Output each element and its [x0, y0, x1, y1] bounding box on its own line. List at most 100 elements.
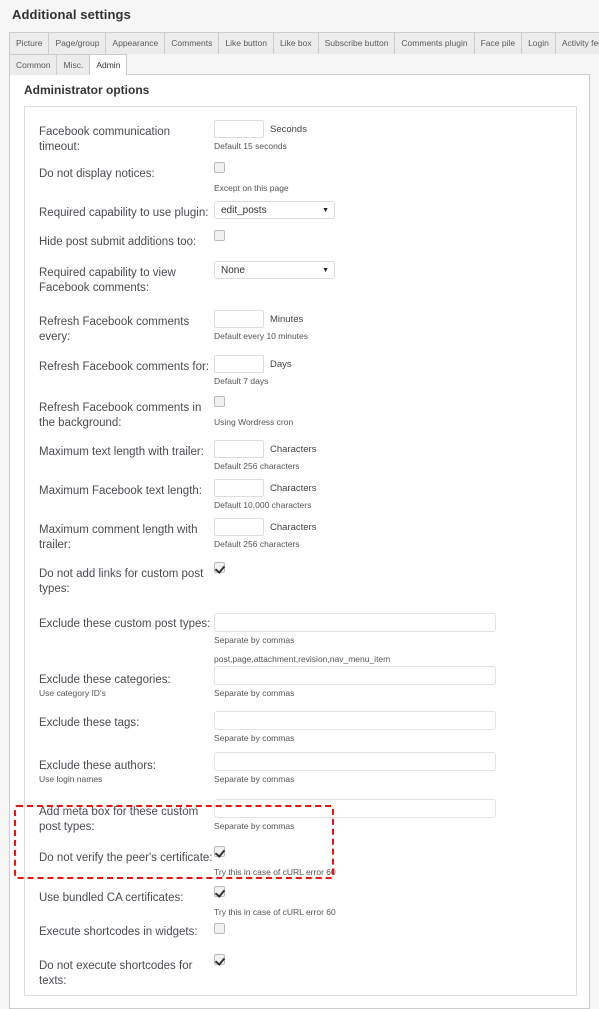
- label-exclude-categories-main: Exclude these categories:: [39, 674, 171, 686]
- row-hide-post-submit: Hide post submit additions too:: [25, 229, 576, 250]
- tab-page-group[interactable]: Page/group: [48, 32, 107, 54]
- chevron-down-icon: ▼: [322, 206, 329, 214]
- chevron-down-icon: ▼: [322, 266, 329, 274]
- row-do-not-display-notices: Do not display notices: Except on this p…: [25, 161, 576, 194]
- label-exclude-authors: Exclude these authors: Use login names: [39, 750, 214, 785]
- exclude-authors-input[interactable]: [214, 752, 496, 771]
- tab-like-button[interactable]: Like button: [218, 32, 274, 54]
- row-no-execute-shortcodes-texts: Do not execute shortcodes for texts:: [25, 953, 576, 989]
- exclude-categories-input[interactable]: [214, 666, 496, 685]
- admin-options-form: Facebook communication timeout: Seconds …: [24, 106, 577, 996]
- row-max-fb-text: Maximum Facebook text length: Characters…: [25, 478, 576, 511]
- tab-common[interactable]: Common: [9, 54, 58, 75]
- row-meta-box-custom-post-types: Add meta box for these custom post types…: [25, 797, 576, 835]
- tab-face-pile[interactable]: Face pile: [473, 32, 523, 54]
- execute-shortcodes-widgets-checkbox[interactable]: [214, 923, 225, 934]
- label-max-fb-text: Maximum Facebook text length:: [39, 485, 202, 497]
- hint-exclude-authors: Separate by commas: [214, 774, 295, 784]
- tab-appearance[interactable]: Appearance: [105, 32, 166, 54]
- capability-view-comments-select[interactable]: None ▼: [214, 261, 335, 279]
- max-text-trailer-input[interactable]: [214, 440, 264, 458]
- hint-exclude-tags: Separate by commas: [214, 733, 295, 743]
- refresh-background-checkbox[interactable]: [214, 396, 225, 407]
- hint-refresh-for: Default 7 days: [214, 376, 269, 386]
- label-do-not-display-notices: Do not display notices:: [39, 168, 155, 180]
- label-no-verify-peer-certificate: Do not verify the peer's certificate:: [39, 852, 213, 864]
- label-no-execute-shortcodes-texts: Do not execute shortcodes for texts:: [39, 960, 193, 987]
- unit-seconds: Seconds: [270, 123, 307, 135]
- no-links-custom-post-types-checkbox[interactable]: [214, 562, 225, 573]
- hint-communication-timeout: Default 15 seconds: [214, 141, 287, 151]
- tab-subscribe-button[interactable]: Subscribe button: [317, 32, 396, 54]
- tab-activity-feed[interactable]: Activity feed: [554, 32, 599, 54]
- hide-post-submit-checkbox[interactable]: [214, 230, 225, 241]
- unit-characters: Characters: [270, 521, 317, 533]
- sub-label-exclude-authors: Use login names: [39, 774, 103, 784]
- do-not-display-notices-checkbox[interactable]: [214, 162, 225, 173]
- label-meta-box-custom-post-types: Add meta box for these custom post types…: [39, 806, 199, 833]
- tab-comments-plugin[interactable]: Comments plugin: [394, 32, 475, 54]
- communication-timeout-input[interactable]: [214, 120, 264, 138]
- hint-meta-box-custom-post-types: Separate by commas: [214, 821, 295, 831]
- exclude-custom-post-types-input[interactable]: [214, 613, 496, 632]
- max-fb-text-input[interactable]: [214, 479, 264, 497]
- hint-refresh-background: Using Wordress cron: [214, 417, 294, 427]
- meta-box-custom-post-types-input[interactable]: [214, 799, 496, 818]
- unit-minutes: Minutes: [270, 313, 304, 325]
- capability-use-plugin-select[interactable]: edit_posts ▼: [214, 201, 335, 219]
- row-refresh-for: Refresh Facebook comments for: Days Defa…: [25, 354, 576, 387]
- tab-like-box[interactable]: Like box: [272, 32, 319, 54]
- hint-max-fb-text: Default 10,000 characters: [214, 500, 312, 510]
- row-exclude-categories: Exclude these categories: Use category I…: [25, 659, 576, 699]
- hint-max-text-trailer: Default 256 characters: [214, 461, 300, 471]
- capability-view-comments-value: None: [221, 264, 245, 276]
- row-use-bundled-ca-certificates: Use bundled CA certificates: Try this in…: [25, 885, 576, 918]
- tabs-container: Picture Page/group Appearance Comments L…: [0, 32, 599, 75]
- label-use-bundled-ca-certificates: Use bundled CA certificates:: [39, 892, 184, 904]
- settings-panel: Administrator options Facebook communica…: [9, 74, 590, 1009]
- hint-do-not-display-notices: Except on this page: [214, 183, 289, 193]
- tab-picture[interactable]: Picture: [9, 32, 50, 54]
- row-refresh-every: Refresh Facebook comments every: Minutes…: [25, 309, 576, 345]
- tab-comments[interactable]: Comments: [164, 32, 220, 54]
- label-communication-timeout: Facebook communication timeout:: [39, 126, 171, 153]
- label-refresh-background: Refresh Facebook comments in the backgro…: [39, 402, 202, 429]
- primary-tab-row: Picture Page/group Appearance Comments L…: [9, 32, 599, 54]
- unit-characters: Characters: [270, 482, 317, 494]
- hint-use-bundled-ca-certificates: Try this in case of cURL error 60: [214, 907, 336, 917]
- row-capability-view-comments: Required capability to view Facebook com…: [25, 260, 576, 296]
- unit-characters: Characters: [270, 443, 317, 455]
- max-comment-trailer-input[interactable]: [214, 518, 264, 536]
- exclude-tags-input[interactable]: [214, 711, 496, 730]
- label-refresh-every: Refresh Facebook comments every:: [39, 316, 190, 343]
- hint-max-comment-trailer: Default 256 characters: [214, 539, 300, 549]
- row-communication-timeout: Facebook communication timeout: Seconds …: [25, 119, 576, 155]
- row-exclude-custom-post-types: Exclude these custom post types: Separat…: [25, 611, 576, 665]
- label-max-text-trailer: Maximum text length with trailer:: [39, 446, 204, 458]
- no-verify-peer-certificate-checkbox[interactable]: [214, 846, 225, 857]
- tab-misc[interactable]: Misc.: [56, 54, 91, 75]
- hint-exclude-custom-post-types: Separate by commas: [214, 635, 295, 645]
- label-hide-post-submit: Hide post submit additions too:: [39, 236, 197, 248]
- row-refresh-background: Refresh Facebook comments in the backgro…: [25, 395, 576, 431]
- use-bundled-ca-certificates-checkbox[interactable]: [214, 886, 225, 897]
- hint-exclude-categories: Separate by commas: [214, 688, 295, 698]
- tab-login[interactable]: Login: [521, 32, 556, 54]
- refresh-for-input[interactable]: [214, 355, 264, 373]
- capability-use-plugin-value: edit_posts: [221, 204, 267, 216]
- tab-admin[interactable]: Admin: [89, 54, 128, 75]
- hint-refresh-every: Default every 10 minutes: [214, 331, 309, 341]
- label-exclude-categories: Exclude these categories: Use category I…: [39, 659, 214, 699]
- label-capability-use-plugin: Required capability to use plugin:: [39, 207, 209, 219]
- no-execute-shortcodes-texts-checkbox[interactable]: [214, 954, 225, 965]
- refresh-every-input[interactable]: [214, 310, 264, 328]
- label-no-links-custom-post-types: Do not add links for custom post types:: [39, 568, 204, 595]
- label-execute-shortcodes-widgets: Execute shortcodes in widgets:: [39, 926, 198, 938]
- row-max-comment-trailer: Maximum comment length with trailer: Cha…: [25, 517, 576, 553]
- label-exclude-custom-post-types: Exclude these custom post types:: [39, 618, 211, 630]
- label-capability-view-comments: Required capability to view Facebook com…: [39, 267, 176, 294]
- secondary-tab-row: Common Misc. Admin: [9, 54, 599, 75]
- row-no-links-custom-post-types: Do not add links for custom post types:: [25, 561, 576, 597]
- panel-heading: Administrator options: [24, 83, 150, 97]
- unit-days: Days: [270, 358, 292, 370]
